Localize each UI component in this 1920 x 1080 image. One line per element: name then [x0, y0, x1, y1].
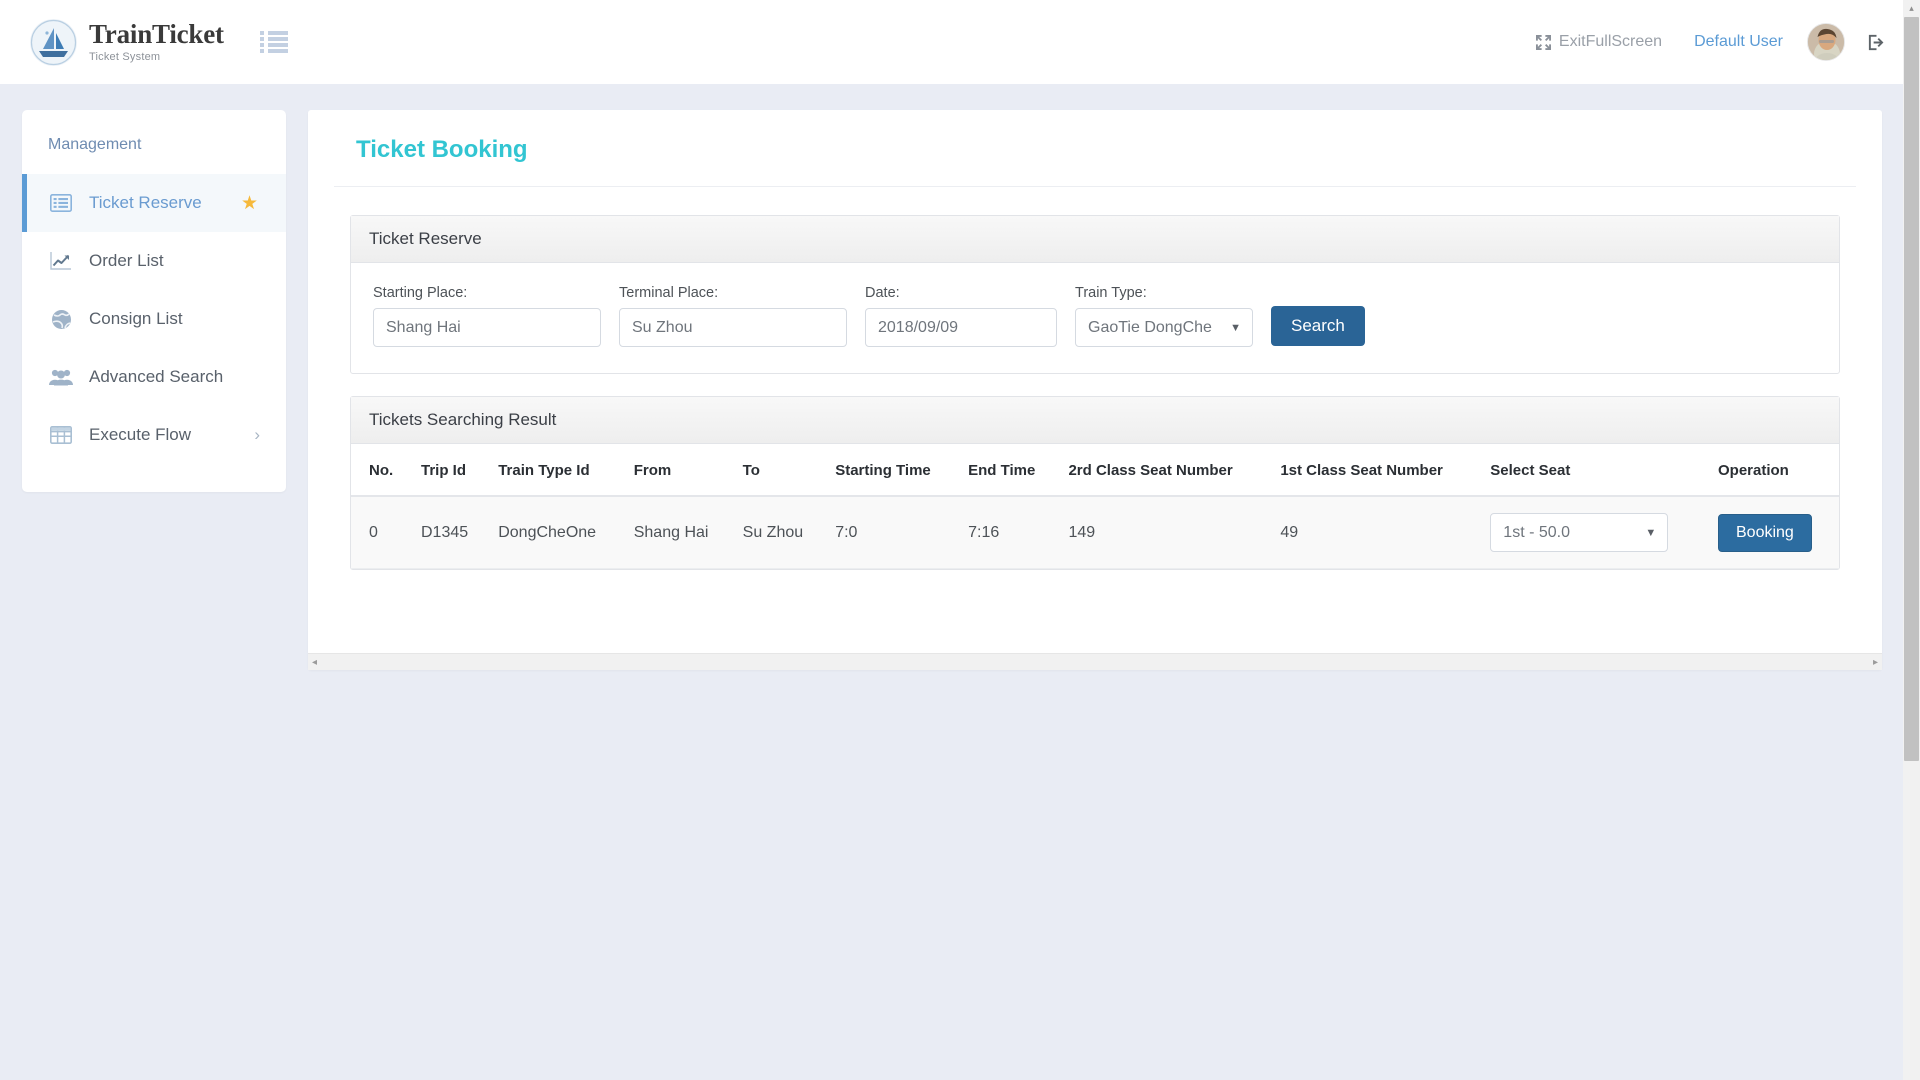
column-header-select-seat: Select Seat	[1480, 444, 1708, 496]
sidebar-heading: Management	[22, 132, 286, 174]
column-header-first-class-seats: 1st Class Seat Number	[1270, 444, 1480, 496]
column-header-second-class-seats: 2rd Class Seat Number	[1058, 444, 1270, 496]
terminal-place-group: Terminal Place:	[619, 285, 847, 347]
sidebar-item-advanced-search[interactable]: Advanced Search	[22, 348, 286, 406]
table-header-row: No. Trip Id Train Type Id From To Starti…	[351, 444, 1839, 496]
scroll-up-arrow-icon[interactable]: ▴	[1903, 0, 1920, 17]
list-menu-icon[interactable]	[260, 31, 288, 53]
user-avatar[interactable]	[1807, 23, 1845, 61]
chevron-right-icon[interactable]: ›	[254, 425, 260, 445]
sidebar-item-label: Consign List	[89, 309, 286, 329]
booking-button[interactable]: Booking	[1718, 514, 1812, 552]
ticket-reserve-panel-title: Ticket Reserve	[351, 216, 1839, 263]
page-body: Management Ticket Reserve ★	[0, 84, 1920, 670]
content-card: Ticket Booking Ticket Reserve Starting P…	[308, 110, 1882, 670]
vertical-scrollbar[interactable]: ▴	[1903, 0, 1920, 1080]
table-row: 0 D1345 DongCheOne Shang Hai Su Zhou 7:0…	[351, 496, 1839, 569]
column-header-to: To	[733, 444, 826, 496]
tickets-result-panel-title: Tickets Searching Result	[351, 397, 1839, 444]
navbar-right-group: ExitFullScreen Default User	[1520, 0, 1886, 84]
cell-trip-id: D1345	[411, 496, 488, 569]
starting-place-group: Starting Place:	[373, 285, 601, 347]
cell-no: 0	[351, 496, 411, 569]
ticket-search-form: Starting Place: Terminal Place: Date: Tr…	[373, 285, 1817, 347]
cell-to: Su Zhou	[733, 496, 826, 569]
terminal-place-input[interactable]	[619, 308, 847, 347]
user-name-label: Default User	[1694, 33, 1783, 51]
column-header-train-type-id: Train Type Id	[488, 444, 624, 496]
column-header-starting-time: Starting Time	[825, 444, 958, 496]
globe-icon	[48, 307, 74, 331]
top-navbar: TrainTicket Ticket System ExitFullScreen…	[0, 0, 1920, 84]
exit-fullscreen-label: ExitFullScreen	[1559, 33, 1662, 51]
sidebar-item-label: Advanced Search	[89, 367, 286, 387]
cell-second-class-seats: 149	[1058, 496, 1270, 569]
starting-place-label: Starting Place:	[373, 285, 601, 301]
column-header-no: No.	[351, 444, 411, 496]
column-header-trip-id: Trip Id	[411, 444, 488, 496]
cell-end-time: 7:16	[958, 496, 1058, 569]
sidebar-item-consign-list[interactable]: Consign List	[22, 290, 286, 348]
sidebar-item-label: Ticket Reserve	[89, 193, 241, 213]
cell-train-type-id: DongCheOne	[488, 496, 624, 569]
sign-out-icon[interactable]	[1867, 33, 1886, 52]
page-title: Ticket Booking	[334, 136, 1856, 187]
vertical-scrollbar-thumb[interactable]	[1904, 17, 1919, 761]
scroll-left-arrow-icon[interactable]: ◂	[308, 657, 321, 668]
horizontal-scrollbar[interactable]: ◂ ▸	[308, 653, 1882, 670]
search-button[interactable]: Search	[1271, 306, 1365, 346]
favorite-star-icon[interactable]: ★	[241, 192, 258, 215]
sidebar-item-execute-flow[interactable]: Execute Flow ›	[22, 406, 286, 464]
brand-title: TrainTicket	[89, 21, 224, 48]
brand-subtitle: Ticket System	[89, 52, 224, 63]
train-type-group: Train Type: GaoTie DongChe ▼	[1075, 285, 1253, 347]
ticket-reserve-panel: Ticket Reserve Starting Place: Terminal …	[350, 215, 1840, 374]
cell-first-class-seats: 49	[1270, 496, 1480, 569]
cell-from: Shang Hai	[624, 496, 733, 569]
date-label: Date:	[865, 285, 1057, 301]
cell-select-seat: 1st - 50.0 ▼	[1480, 496, 1708, 569]
starting-place-input[interactable]	[373, 308, 601, 347]
sidebar-item-label: Execute Flow	[89, 425, 254, 445]
sidebar-item-label: Order List	[89, 251, 286, 271]
train-type-label: Train Type:	[1075, 285, 1253, 301]
line-chart-icon	[48, 249, 74, 273]
sidebar: Management Ticket Reserve ★	[22, 110, 286, 492]
scroll-right-arrow-icon[interactable]: ▸	[1869, 657, 1882, 668]
list-alt-icon	[48, 191, 74, 215]
column-header-from: From	[624, 444, 733, 496]
terminal-place-label: Terminal Place:	[619, 285, 847, 301]
table-grid-icon	[48, 423, 74, 447]
sidebar-item-ticket-reserve[interactable]: Ticket Reserve ★	[22, 174, 286, 232]
tickets-result-panel: Tickets Searching Result No. Trip Id Tra…	[350, 396, 1840, 570]
user-menu[interactable]: Default User	[1678, 33, 1799, 51]
compress-arrows-icon	[1536, 35, 1551, 50]
column-header-operation: Operation	[1708, 444, 1839, 496]
sailboat-logo-icon	[30, 19, 77, 66]
column-header-end-time: End Time	[958, 444, 1058, 496]
exit-fullscreen-button[interactable]: ExitFullScreen	[1520, 33, 1678, 51]
brand[interactable]: TrainTicket Ticket System	[30, 19, 224, 66]
train-type-select[interactable]: GaoTie DongChe	[1075, 308, 1253, 347]
seat-select[interactable]: 1st - 50.0	[1490, 513, 1668, 552]
date-input[interactable]	[865, 308, 1057, 347]
date-group: Date:	[865, 285, 1057, 347]
tickets-result-table: No. Trip Id Train Type Id From To Starti…	[351, 444, 1839, 569]
cell-operation: Booking	[1708, 496, 1839, 569]
users-icon	[48, 365, 74, 389]
cell-starting-time: 7:0	[825, 496, 958, 569]
sidebar-item-order-list[interactable]: Order List	[22, 232, 286, 290]
